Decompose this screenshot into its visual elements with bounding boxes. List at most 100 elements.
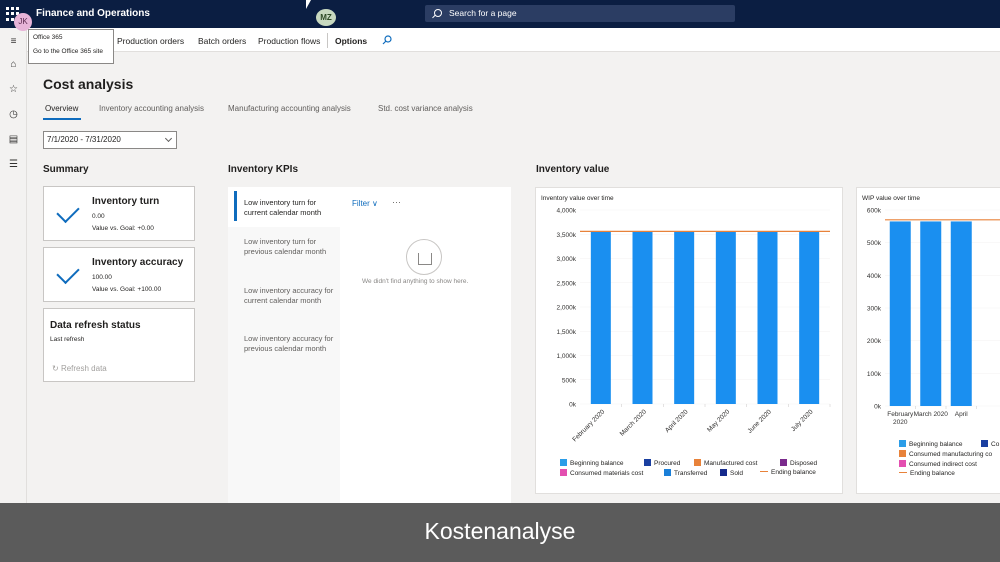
legend-item[interactable]: Transferred [664,469,707,477]
action-search-icon[interactable] [382,35,392,45]
date-range-value: 7/1/2020 - 7/31/2020 [47,135,121,144]
checkmark-icon [56,199,80,224]
y-tick-label: 400k [867,273,882,280]
kpi-detail-panel: Filter ∨ ··· We didn't find anything to … [340,187,511,542]
modules-icon[interactable]: ☰ [8,159,19,170]
kpi-item-low-accuracy-current[interactable]: Low inventory accuracy for current calen… [244,286,336,305]
x-tick-label-line2: 2020 [893,419,908,426]
legend-item[interactable]: Manufactured cost [694,459,757,467]
legend-item[interactable]: Beginning balance [560,459,624,467]
legend-item[interactable]: Consumed indirect cost [899,460,977,468]
y-tick-label: 2,500k [556,280,576,287]
chart-legend: Beginning balance Co Consumed manufacturin… [899,440,1000,485]
tile-goal: Value vs. Goal: +0.00 [92,225,154,232]
y-tick-label: 0k [874,404,882,411]
search-placeholder: Search for a page [449,8,517,18]
bar[interactable] [632,231,653,404]
x-tick-label: April 2020 [664,408,690,434]
search-box[interactable]: Search for a page [425,5,735,22]
tab-std-cost-variance[interactable]: Std. cost variance analysis [378,104,473,113]
wip-value-chart: 600k 500k 400k 300k 200k 100k 0k February2020 Ma… [867,208,1000,426]
bar[interactable] [920,221,942,406]
production-orders-button[interactable]: Production orders [117,36,184,46]
tile-goal: Value vs. Goal: +100.00 [92,286,162,293]
x-tick-label: February 2020 [571,408,606,443]
legend-item[interactable]: Co [981,440,999,448]
presence-avatar[interactable]: MZ [316,9,336,26]
tile-title: Inventory turn [92,196,160,207]
date-range-dropdown[interactable]: 7/1/2020 - 7/31/2020 [43,131,177,149]
legend-item[interactable]: Consumed manufacturing co [899,450,992,458]
empty-state-text: We didn't find anything to show here. [362,278,469,285]
bar[interactable] [674,231,695,404]
tab-inventory-accounting[interactable]: Inventory accounting analysis [99,104,204,113]
legend-item[interactable]: Ending balance [760,469,816,476]
production-flows-button[interactable]: Production flows [258,36,320,46]
legend-swatch [899,460,906,467]
tile-title: Inventory accuracy [92,257,184,268]
inventory-accuracy-tile[interactable]: Inventory accuracy 100.00 Value vs. Goal… [43,247,195,302]
chart-title: Inventory value over time [541,195,614,202]
wip-value-chart-card[interactable]: WIP value over time 600k 500k 400k 300k 200k… [856,187,1000,494]
y-tick-label: 2,000k [556,305,576,312]
kpi-item-low-turn-current[interactable]: Low inventory turn for current calendar … [244,198,336,217]
bar[interactable] [757,231,778,404]
bar[interactable] [889,221,911,406]
legend-item[interactable]: Ending balance [899,470,955,477]
page-title: Cost analysis [43,76,134,92]
tile-value: 100.00 [92,274,112,281]
chevron-down-icon [164,134,173,143]
tab-overview[interactable]: Overview [45,104,78,113]
legend-swatch [780,459,787,466]
filter-button[interactable]: Filter ∨ [352,199,378,208]
y-tick-label: 3,000k [556,256,576,263]
chart-legend: Beginning balance Procured Manufactured co… [560,459,840,489]
chart-title: WIP value over time [862,195,921,202]
legend-label: Beginning balance [909,441,963,448]
search-icon [434,9,442,17]
home-icon[interactable]: ⌂ [8,59,19,70]
legend-label: Ending balance [771,469,816,476]
more-options-icon[interactable]: ··· [392,197,401,207]
inventory-value-chart-card[interactable]: Inventory value over time 4,000k 3,500k 3,… [535,187,843,494]
legend-swatch [760,470,768,472]
chevron-down-icon: ∨ [372,199,378,208]
hamburger-icon[interactable]: ≡ [8,36,19,47]
legend-swatch [981,440,988,447]
options-button[interactable]: Options [335,36,367,46]
legend-label: Consumed manufacturing co [909,451,993,458]
batch-orders-button[interactable]: Batch orders [198,36,246,46]
legend-swatch [899,471,907,473]
refresh-data-label: Refresh data [60,364,107,373]
action-separator [327,33,328,48]
legend-label: Consumed indirect cost [909,461,977,468]
action-bar: Production orders Batch orders Productio… [0,28,1000,52]
bar[interactable] [715,231,736,404]
app-title[interactable]: Finance and Operations [36,8,150,19]
workspaces-icon[interactable]: ▤ [8,134,19,145]
inventory-turn-tile[interactable]: Inventory turn 0.00 Value vs. Goal: +0.0… [43,186,195,241]
tab-manufacturing-accounting[interactable]: Manufacturing accounting analysis [228,104,351,113]
legend-item[interactable]: Disposed [780,459,817,467]
legend-item[interactable]: Procured [644,459,680,467]
tooltip-link[interactable]: Go to the Office 365 site [33,48,109,55]
y-tick-label: 500k [562,377,577,384]
kpi-item-low-accuracy-previous[interactable]: Low inventory accuracy for previous cale… [244,334,336,353]
x-tick-label: March 2020 [914,411,949,418]
kpi-item-low-turn-previous[interactable]: Low inventory turn for previous calendar… [244,237,336,256]
refresh-subtitle: Last refresh [50,336,85,343]
legend-item[interactable]: Sold [720,469,743,477]
bar[interactable] [799,231,820,404]
favorites-icon[interactable]: ☆ [8,84,19,95]
refresh-data-button[interactable]: ↻ Refresh data [52,364,107,373]
bar[interactable] [950,221,972,406]
refresh-icon: ↻ [52,364,59,373]
legend-item[interactable]: Beginning balance [899,440,963,448]
recent-icon[interactable]: ◷ [8,109,19,120]
legend-swatch [720,469,727,476]
legend-label: Beginning balance [570,460,624,467]
bar[interactable] [590,231,611,404]
y-tick-label: 200k [867,338,882,345]
legend-item[interactable]: Consumed materials cost [560,469,643,477]
top-bar: Finance and Operations MZ Search for a p… [0,0,1000,28]
